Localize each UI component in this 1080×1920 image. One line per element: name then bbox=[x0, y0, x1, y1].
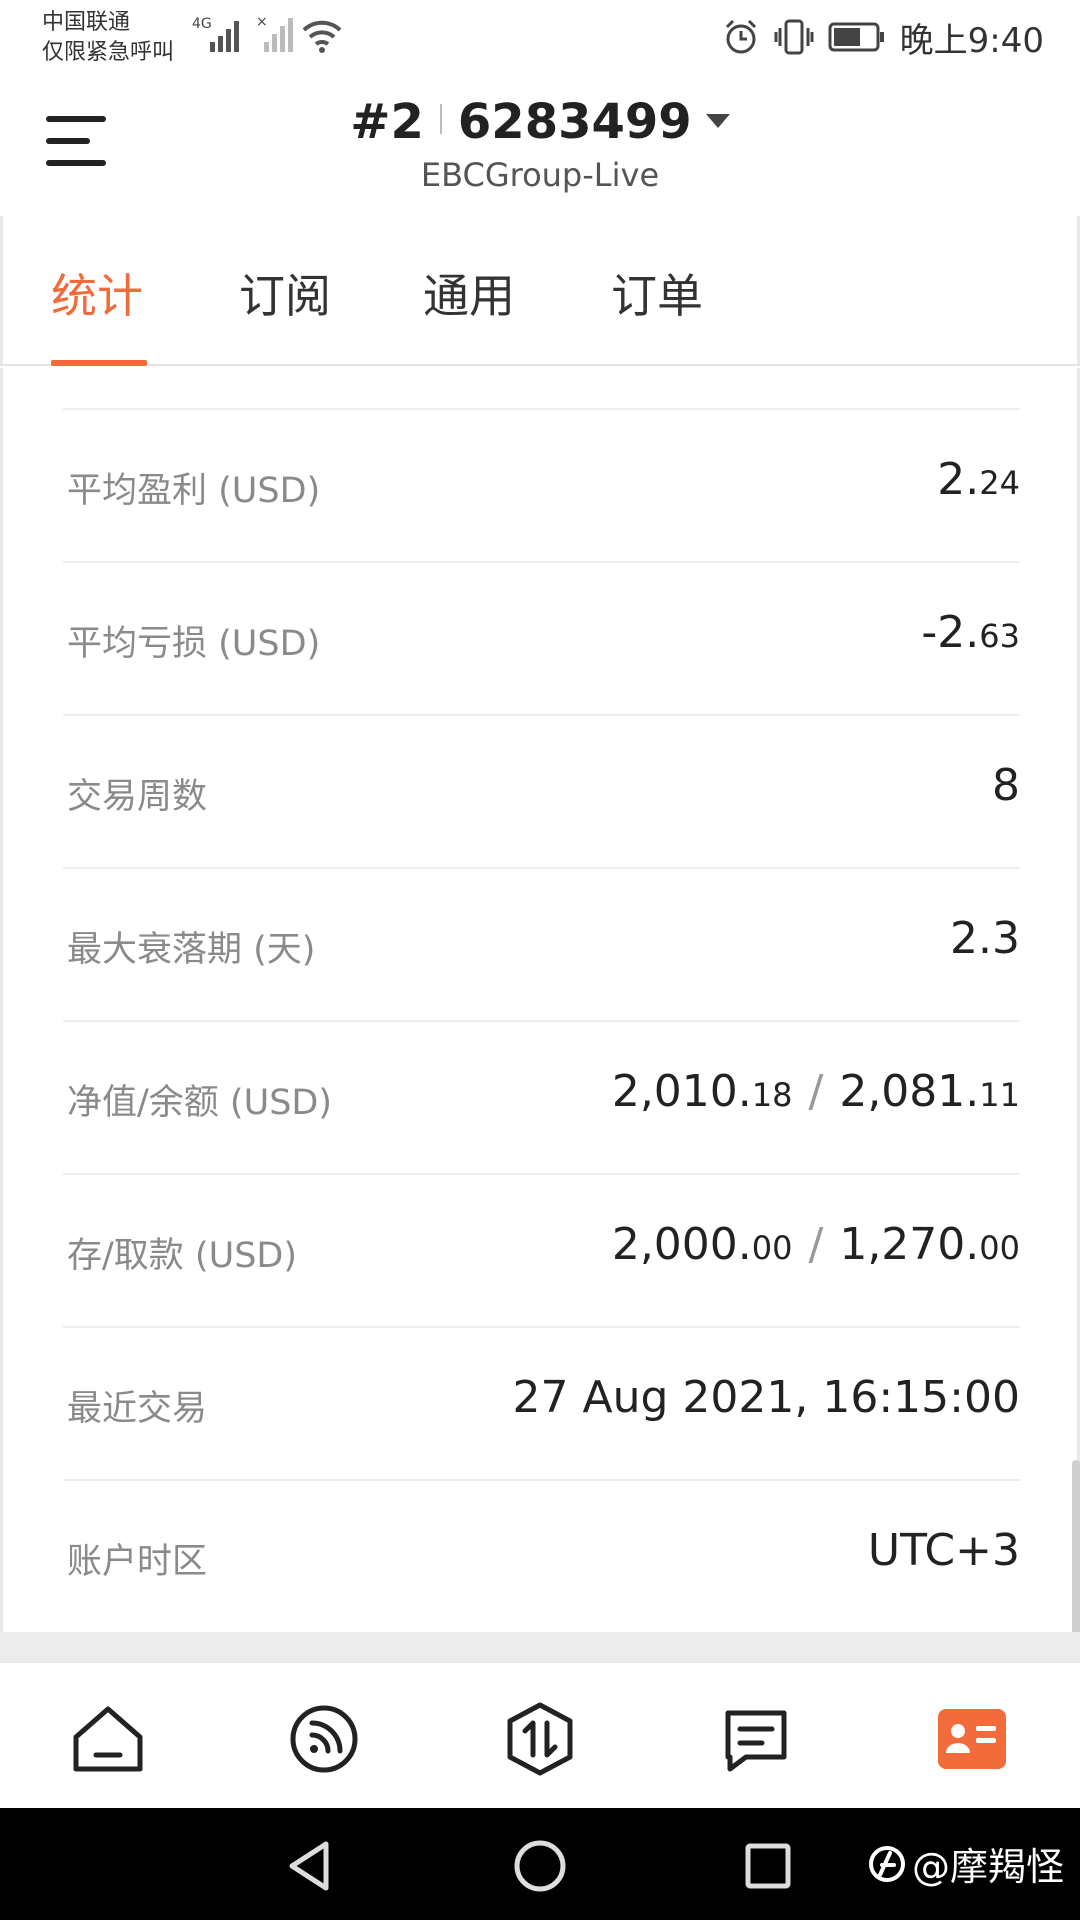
vibrate-icon bbox=[774, 19, 814, 55]
cellular-signal-icon: 4G bbox=[192, 16, 239, 52]
stat-label: 交易周数 bbox=[67, 777, 208, 817]
tab-bar: 统计 订阅 通用 订单 bbox=[0, 216, 1080, 366]
tab-orders[interactable]: 订单 bbox=[611, 260, 703, 326]
stat-row-avg-loss: 平均亏损 (USD) -2.63 bbox=[63, 561, 1020, 714]
watermark-logo-icon bbox=[868, 1845, 905, 1882]
nav-account[interactable] bbox=[932, 1699, 1012, 1779]
watermark-text: @摩羯怪 bbox=[911, 1845, 1064, 1889]
account-card-icon bbox=[938, 1709, 1006, 1769]
stat-value: 2,000.00/1,270.00 bbox=[611, 1219, 1020, 1270]
stat-value: 2.24 bbox=[937, 454, 1020, 505]
back-button[interactable] bbox=[280, 1836, 340, 1896]
stat-row-deposit-withdrawal: 存/取款 (USD) 2,000.00/1,270.00 bbox=[63, 1173, 1020, 1326]
account-number: 6283499 bbox=[457, 94, 692, 150]
stat-value: UTC+3 bbox=[867, 1525, 1020, 1576]
stat-row-equity-balance: 净值/余额 (USD) 2,010.18/2,081.11 bbox=[63, 1020, 1020, 1173]
tab-general[interactable]: 通用 bbox=[423, 260, 515, 326]
stat-label: 平均盈利 (USD) bbox=[67, 471, 321, 511]
nav-home[interactable] bbox=[68, 1699, 148, 1779]
account-server: EBCGroup-Live bbox=[420, 156, 660, 194]
stat-row-trading-weeks: 交易周数 8 bbox=[63, 714, 1020, 867]
trade-icon bbox=[507, 1702, 573, 1776]
stat-row-account-timezone: 账户时区 UTC+3 bbox=[63, 1479, 1020, 1632]
nav-trade[interactable] bbox=[500, 1699, 580, 1779]
stat-label: 最大衰落期 (天) bbox=[67, 930, 316, 970]
active-tab-indicator bbox=[51, 360, 147, 366]
alarm-icon bbox=[725, 19, 756, 54]
no-signal-icon: × bbox=[256, 14, 293, 52]
status-bar: 中国联通 仅限紧急呼叫 4G × 晚上9:40 bbox=[0, 0, 1080, 76]
wifi-icon bbox=[302, 20, 342, 53]
svg-text:×: × bbox=[256, 14, 268, 30]
stat-label: 净值/余额 (USD) bbox=[67, 1083, 333, 1123]
stat-value: 2.3 bbox=[950, 913, 1020, 964]
signals-feed-icon bbox=[290, 1705, 358, 1773]
content-bottom-gap bbox=[0, 1632, 1080, 1662]
network-type: 4G bbox=[192, 16, 212, 32]
status-right: 晚上9:40 bbox=[722, 14, 1044, 61]
nav-messages[interactable] bbox=[716, 1699, 796, 1779]
stat-value: 27 Aug 2021, 16:15:00 bbox=[512, 1372, 1020, 1423]
statistics-list[interactable]: 平均盈利 (USD) 2.24 平均亏损 (USD) -2.63 交易周数 8 … bbox=[0, 368, 1080, 1632]
account-index: #2 bbox=[350, 94, 424, 150]
stat-label: 存/取款 (USD) bbox=[67, 1236, 298, 1276]
messages-icon bbox=[725, 1710, 787, 1772]
home-button[interactable] bbox=[510, 1836, 570, 1896]
stat-row-max-drawdown-period: 最大衰落期 (天) 2.3 bbox=[63, 867, 1020, 1020]
home-icon bbox=[73, 1706, 143, 1772]
system-navigation-bar: @摩羯怪 bbox=[0, 1808, 1080, 1920]
account-selector[interactable]: #2 6283499 bbox=[0, 94, 1080, 150]
stat-value: -2.63 bbox=[921, 607, 1020, 658]
recents-square-icon bbox=[745, 1843, 791, 1889]
tab-statistics[interactable]: 统计 bbox=[51, 260, 143, 326]
scrollbar-thumb[interactable] bbox=[1072, 1460, 1080, 1660]
nav-signals[interactable] bbox=[284, 1699, 364, 1779]
bottom-navigation bbox=[0, 1662, 1080, 1808]
stat-value: 8 bbox=[992, 760, 1020, 811]
caret-down-icon bbox=[705, 114, 730, 128]
stat-row-avg-profit: 平均盈利 (USD) 2.24 bbox=[63, 408, 1020, 561]
stat-label: 平均亏损 (USD) bbox=[67, 624, 321, 664]
carrier-info: 中国联通 仅限紧急呼叫 bbox=[42, 8, 174, 68]
watermark: @摩羯怪 bbox=[868, 1836, 1064, 1891]
stat-value: 2,010.18/2,081.11 bbox=[611, 1066, 1020, 1117]
back-triangle-icon bbox=[289, 1841, 329, 1891]
recents-button[interactable] bbox=[738, 1836, 798, 1896]
stat-label: 账户时区 bbox=[67, 1542, 208, 1582]
carrier-note: 仅限紧急呼叫 bbox=[42, 40, 175, 65]
carrier-name: 中国联通 bbox=[42, 10, 131, 35]
stat-label: 最近交易 bbox=[67, 1389, 208, 1429]
app-header: #2 6283499 EBCGroup-Live bbox=[0, 76, 1080, 216]
clock: 晚上9:40 bbox=[899, 20, 1044, 61]
tab-subscription[interactable]: 订阅 bbox=[239, 260, 331, 326]
battery-icon bbox=[828, 22, 884, 52]
stat-row-latest-trade: 最近交易 27 Aug 2021, 16:15:00 bbox=[63, 1326, 1020, 1479]
home-circle-icon bbox=[514, 1840, 566, 1892]
